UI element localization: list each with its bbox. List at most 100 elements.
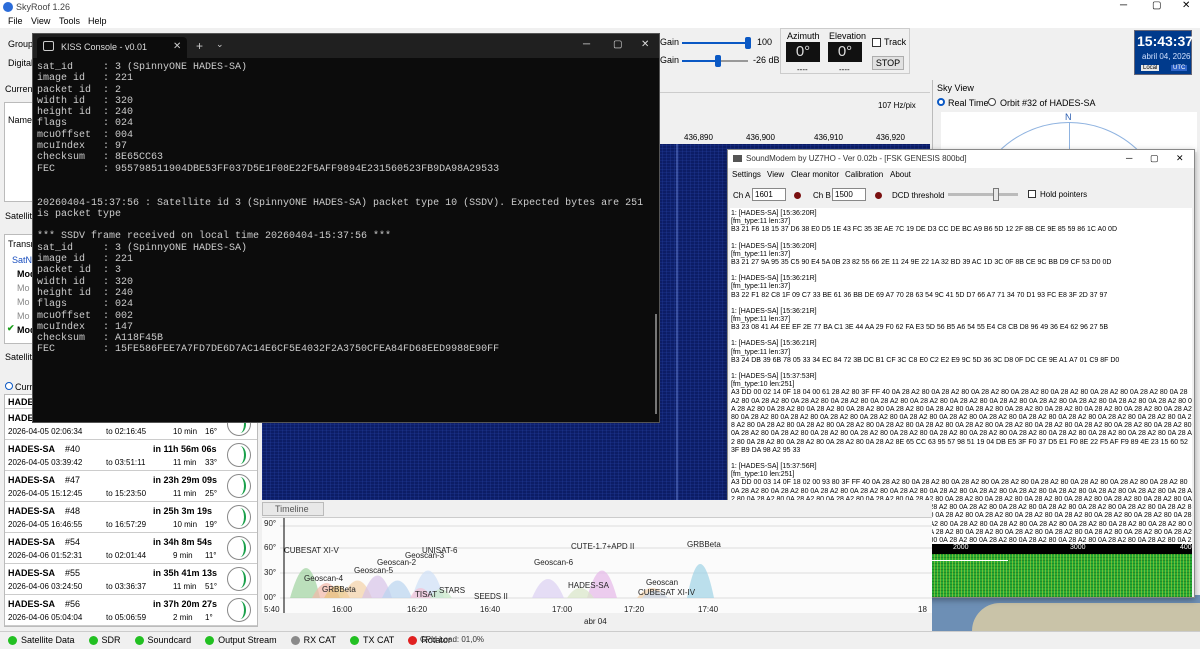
sm-menu-about[interactable]: About (890, 170, 911, 179)
pass-max-el: 19° (205, 520, 218, 529)
mode-item-2[interactable]: Mo (17, 283, 30, 293)
label-geoscan-4: Geoscan-4 (304, 574, 344, 583)
monitor-header: 1: [HADES-SA] [15:36:20R] (731, 242, 817, 250)
label-hades-sa: HADES-SA (568, 581, 609, 590)
sky-plot: N (941, 112, 1197, 152)
status-label: SDR (101, 635, 121, 645)
gain1-slider[interactable] (682, 37, 751, 49)
monitor-hex: B3 22 F1 82 C8 1F 09 C7 33 BE 61 36 BB D… (731, 291, 1108, 299)
sky-view: Sky View Real Time Orbit #32 of HADES-SA… (932, 80, 1200, 152)
pass-row[interactable]: HADES-SA #54 in 34h 8m 54s 2026-04-06 01:52… (5, 533, 257, 564)
pass-geoscan-6 (532, 579, 564, 598)
gain2-label: Gain (660, 55, 680, 65)
sm-minimize-icon[interactable]: ─ (1126, 153, 1132, 163)
tab-close-icon[interactable]: ✕ (173, 41, 181, 52)
mode-item-3[interactable]: Mo (17, 297, 30, 307)
map-panel (932, 595, 1200, 631)
sm-menu-calibration[interactable]: Calibration (845, 170, 883, 179)
orbit-radio[interactable] (988, 98, 996, 106)
console-line: image id : 221 (37, 73, 134, 85)
sm-menu-clear[interactable]: Clear monitor (791, 170, 839, 179)
timeline-plot[interactable]: 90° 60° 30° 00° CUBESAT XI-V Geoscan-4 G… (262, 517, 932, 613)
dcd-thumb[interactable] (993, 188, 999, 201)
gain2-thumb[interactable] (715, 55, 722, 67)
monitor-header: 1: [HADES-SA] [15:36:21R] (731, 340, 817, 348)
menu-help[interactable]: Help (88, 16, 107, 26)
label-stars: STARS (439, 586, 466, 595)
stop-button[interactable]: STOP (872, 56, 904, 70)
sm-menu-view[interactable]: View (767, 170, 784, 179)
pass-end: to 03:51:11 (106, 458, 146, 467)
tab-dropdown-icon[interactable]: ⌄ (216, 39, 224, 50)
hold-checkbox[interactable] (1028, 190, 1036, 198)
status-bar: Satellite Data SDR Soundcard Output Stream R… (0, 631, 1200, 649)
app-titlebar: SkyRoof 1.26 ─ ▢ ✕ (0, 0, 1200, 14)
track-checkbox[interactable] (872, 38, 881, 47)
sm-maximize-icon[interactable]: ▢ (1150, 153, 1159, 164)
app-title: SkyRoof 1.26 (16, 2, 71, 12)
status-item[interactable]: RX CAT (290, 635, 336, 647)
status-item[interactable]: TX CAT (349, 635, 395, 647)
pass-countdown: in 34h 8m 54s (153, 537, 213, 547)
clock-date: abril 04, 2026 (1142, 52, 1191, 61)
status-led-icon (349, 636, 359, 646)
console-tab[interactable]: KISS Console - v0.01 ✕ (37, 37, 187, 58)
pass-row[interactable]: HADES-SA #40 in 11h 56m 06s 2026-04-05 03:3… (5, 440, 257, 471)
dcd-slider[interactable] (948, 188, 1018, 201)
maximize-icon[interactable]: ▢ (1152, 0, 1161, 11)
clock-utc[interactable]: UTC (1171, 65, 1188, 71)
menu-view[interactable]: View (31, 16, 50, 26)
sm-monitor[interactable]: 1: [HADES-SA] [15:36:20R] [fm_type:11 len… (730, 208, 1192, 544)
console-line: height id : 240 (37, 287, 134, 299)
menu-tools[interactable]: Tools (59, 16, 80, 26)
pass-number: #56 (65, 599, 81, 609)
clock-local[interactable]: Local (1141, 65, 1160, 71)
minimize-icon[interactable]: ─ (1120, 0, 1127, 11)
cha-input[interactable]: 1601 (752, 188, 786, 201)
status-items: Satellite Data SDR Soundcard Output Stream R… (8, 635, 451, 647)
gain2-value: -26 dB (753, 55, 780, 65)
sm-close-icon[interactable]: ✕ (1176, 153, 1184, 164)
status-label: TX CAT (362, 635, 395, 645)
timeline-panel: Timeline 90° 60° 30° 00° CUBESAT XI-V Ge… (262, 500, 932, 631)
current-radio-label: Curr (15, 382, 33, 392)
status-item[interactable]: Soundcard (134, 635, 191, 647)
sm-menu-settings[interactable]: Settings (732, 170, 761, 179)
status-item[interactable]: Output Stream (205, 635, 277, 647)
new-tab-icon[interactable]: + (196, 39, 203, 53)
gain2-slider[interactable] (682, 55, 748, 67)
pass-max-el: 33° (205, 458, 218, 467)
elevation-sub: ---- (839, 65, 850, 74)
pass-row[interactable]: HADES-SA #55 in 35h 41m 13s 2026-04-06 03:2… (5, 564, 257, 595)
timeline-tab[interactable]: Timeline (262, 502, 324, 516)
pass-countdown: in 23h 29m 09s (153, 475, 218, 485)
status-led-icon (205, 636, 215, 646)
mode-item-4[interactable]: Mo (17, 311, 30, 321)
gain1-thumb[interactable] (745, 37, 751, 49)
realtime-radio[interactable] (937, 98, 945, 106)
console-line: mcuOffset : 002 (37, 310, 134, 322)
console-maximize-icon[interactable]: ▢ (613, 39, 622, 50)
chb-input[interactable]: 1500 (832, 188, 866, 201)
label-grbbeta-1: GRBBeta (322, 585, 356, 594)
console-output[interactable]: sat_id : 3 (SpinnyONE HADES-SA) image id … (37, 62, 647, 418)
pass-row[interactable]: HADES-SA #56 in 37h 20m 27s 2026-04-06 05:0… (5, 595, 257, 626)
pass-row[interactable]: HADES-SA #48 in 25h 3m 19s 2026-04-05 16:46… (5, 502, 257, 533)
time-tick-5: 17:00 (552, 605, 573, 614)
menu-file[interactable]: File (8, 16, 23, 26)
pass-row[interactable]: HADES-SA #47 in 23h 29m 09s 2026-04-05 15:1… (5, 471, 257, 502)
console-close-icon[interactable]: ✕ (641, 39, 649, 50)
status-item[interactable]: Satellite Data (8, 635, 75, 647)
monitor-header: 1: [HADES-SA] [15:36:21R] (731, 307, 817, 315)
time-axis: 5:40 16:00 16:20 16:40 17:00 17:20 17:40… (262, 603, 932, 631)
sm-scale-3000: 3000 (1070, 544, 1086, 551)
pass-track-icon (234, 446, 246, 464)
menu-bar: File View Tools Help (0, 14, 660, 28)
close-icon[interactable]: ✕ (1182, 0, 1190, 11)
pass-polar-icon (227, 567, 251, 591)
freq-tick-3: 436,910 (814, 133, 843, 142)
console-scrollbar[interactable] (655, 314, 657, 414)
current-radio[interactable] (5, 382, 13, 390)
status-item[interactable]: SDR (88, 635, 121, 647)
console-minimize-icon[interactable]: ─ (583, 39, 590, 50)
